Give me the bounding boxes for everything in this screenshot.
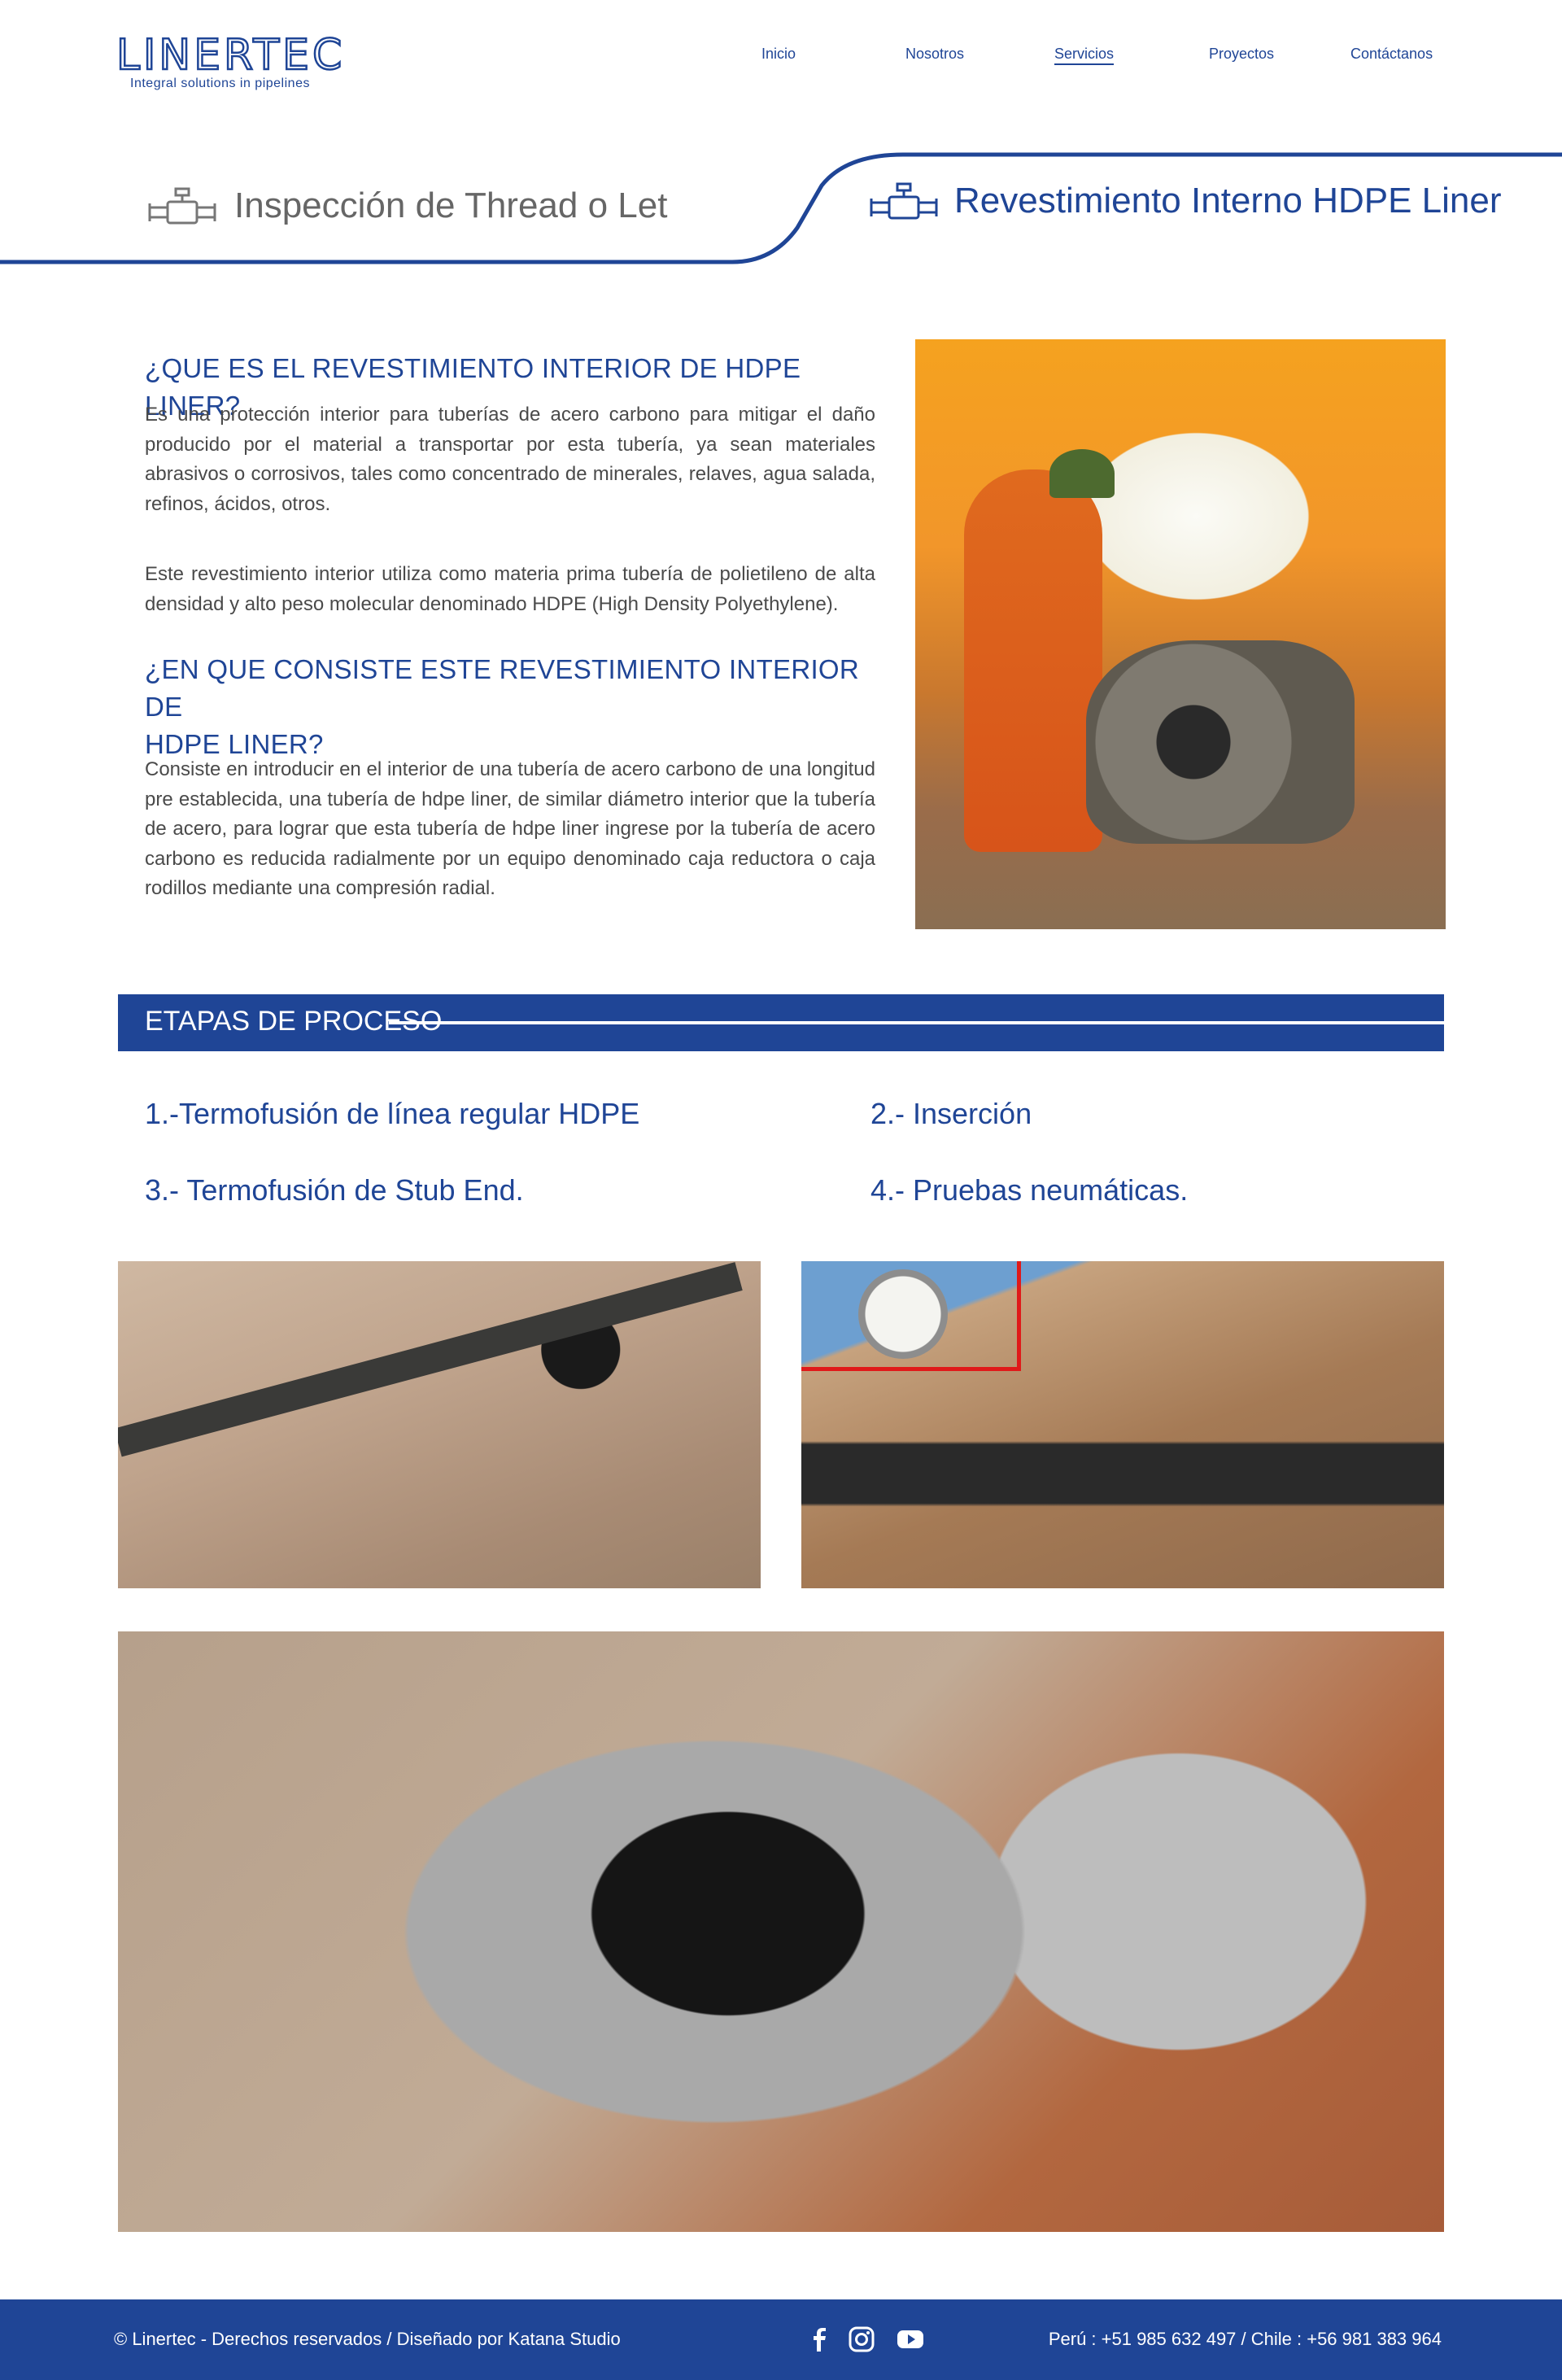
paragraph-materia-prima: Este revestimiento interior utiliza como… [145, 563, 875, 615]
photo-worker-fusion-machine [915, 339, 1446, 929]
heading-line-1: ¿EN QUE CONSISTE ESTE REVESTIMIENTO INTE… [145, 654, 860, 722]
tab-active-label: Revestimiento Interno HDPE Liner [954, 181, 1502, 221]
tab-inactive-label: Inspección de Thread o Let [234, 186, 668, 225]
pressure-gauge [858, 1269, 948, 1359]
nav-nosotros[interactable]: Nosotros [905, 46, 964, 63]
youtube-icon[interactable] [895, 2324, 926, 2355]
tab-inspeccion-thread[interactable]: Inspección de Thread o Let [145, 182, 844, 239]
pipe-valve-icon [148, 187, 216, 225]
nav-contactanos[interactable]: Contáctanos [1350, 46, 1433, 63]
photo-pneumatic-test [801, 1261, 1444, 1588]
logo-wordmark: LINERTEC [116, 30, 346, 81]
footer-contact: Perú : +51 985 632 497 / Chile : +56 981… [1048, 2329, 1442, 2349]
nav-inicio[interactable]: Inicio [761, 46, 796, 63]
nav-proyectos[interactable]: Proyectos [1209, 46, 1274, 63]
tab-revestimiento-hdpe[interactable]: Revestimiento Interno HDPE Liner [866, 177, 1534, 234]
facebook-icon[interactable] [804, 2324, 835, 2355]
process-banner: ETAPAS DE PROCESO [118, 994, 1444, 1051]
photo-pipe-line [118, 1262, 743, 1457]
photo-worker-figure [964, 469, 1102, 852]
site-footer: © Linertec - Derechos reservados / Diseñ… [0, 2299, 1562, 2380]
instagram-icon[interactable] [846, 2324, 877, 2355]
step-2: 2.- Inserción [870, 1097, 1032, 1130]
paragraph-en-que-consiste: Consiste en introducir en el interior de… [145, 758, 875, 899]
heading-en-que-consiste: ¿EN QUE CONSISTE ESTE REVESTIMIENTO INTE… [145, 651, 877, 763]
photo-stub-end-fusion [118, 1631, 1444, 2232]
paragraph-que-es: Es una protección interior para tuberías… [145, 404, 875, 515]
step-3: 3.- Termofusión de Stub End. [145, 1173, 524, 1207]
photo-pipe-insertion [118, 1261, 761, 1588]
linertec-logo[interactable]: LINERTEC Integral solutions in pipelines [116, 30, 360, 96]
process-banner-line [389, 1021, 1444, 1024]
photo-worker-helmet [1049, 449, 1115, 498]
footer-copyright: © Linertec - Derechos reservados / Diseñ… [114, 2329, 621, 2349]
step-4: 4.- Pruebas neumáticas. [870, 1173, 1189, 1207]
step-1: 1.-Termofusión de línea regular HDPE [145, 1097, 640, 1130]
pipe-valve-icon [870, 182, 938, 220]
photo-fusion-machine [1086, 640, 1355, 844]
nav-servicios[interactable]: Servicios [1054, 46, 1115, 65]
